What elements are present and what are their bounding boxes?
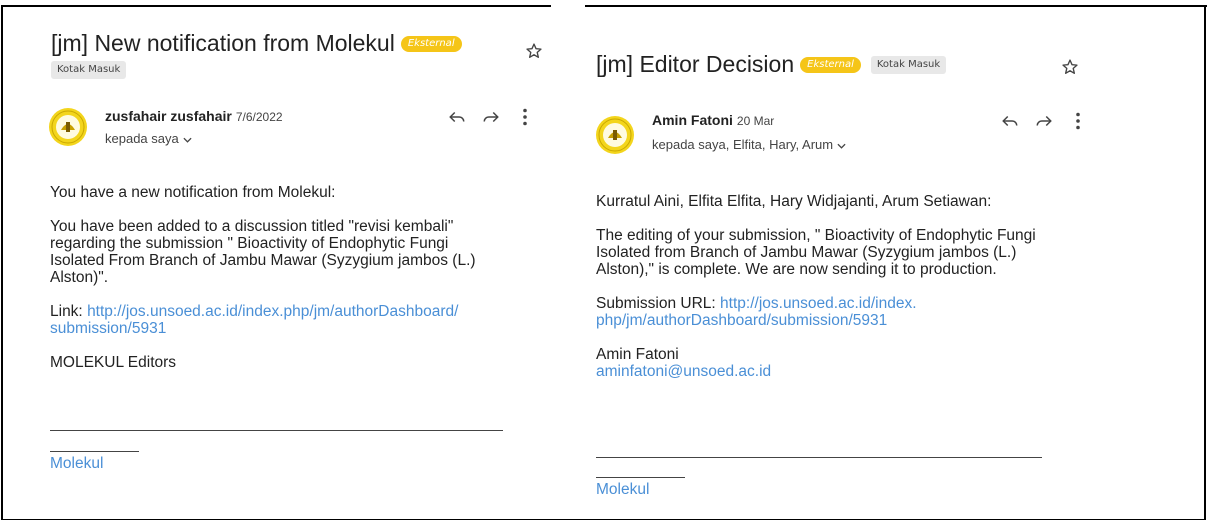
recipients-text: kepada saya, Elfita, Hary, Arum	[652, 137, 834, 152]
reply-icon[interactable]	[446, 106, 468, 128]
recipients-toggle[interactable]: kepada saya, Elfita, Hary, Arum	[652, 137, 846, 152]
footer: Molekul	[50, 455, 103, 472]
signature-divider-short	[596, 477, 685, 478]
email-subject: [jm] Editor Decision	[596, 51, 795, 77]
signature-divider	[50, 430, 503, 431]
signature-block: Amin Fatoni aminfatoni@unsoed.ac.id	[596, 346, 1156, 380]
link-prefix: Link:	[50, 303, 88, 320]
chevron-down-icon[interactable]	[837, 141, 846, 152]
inbox-label-chip[interactable]: Kotak Masuk	[870, 55, 947, 74]
reply-icon[interactable]	[999, 110, 1021, 132]
body-message: You have been added to a discussion titl…	[50, 218, 476, 286]
footer-link[interactable]: Molekul	[50, 455, 103, 472]
message-actions	[987, 110, 1089, 132]
more-vert-icon[interactable]	[1067, 110, 1089, 132]
signature-divider	[596, 457, 1042, 458]
chevron-down-icon[interactable]	[183, 135, 192, 146]
message-actions	[434, 106, 536, 128]
sender-name[interactable]: Amin Fatoni	[652, 112, 733, 128]
email-date: 7/6/2022	[235, 110, 283, 124]
subject-row: [jm] Editor Decision Eksternal Kotak Mas…	[596, 51, 947, 78]
body-intro: You have a new notification from Molekul…	[50, 184, 336, 201]
star-icon[interactable]	[1061, 58, 1079, 76]
sender-avatar[interactable]	[596, 116, 634, 154]
sender-line: zusfahair zusfahair 7/6/2022	[105, 108, 283, 126]
body-link-paragraph: Link: http://jos.unsoed.ac.id/index.php/…	[50, 303, 540, 337]
recipients-toggle[interactable]: kepada saya	[105, 131, 192, 146]
external-badge: Eksternal	[400, 35, 462, 52]
submission-link-cont[interactable]: submission/5931	[50, 320, 166, 337]
external-badge: Eksternal	[800, 56, 861, 73]
body-greeting: Kurratul Aini, Elfita Elfita, Hary Widja…	[596, 193, 992, 210]
submission-url-cont[interactable]: php/jm/authorDashboard/submission/5931	[596, 312, 887, 329]
sender-name[interactable]: zusfahair zusfahair	[105, 108, 232, 124]
star-icon[interactable]	[525, 42, 543, 60]
submission-url[interactable]: http://jos.unsoed.ac.id/index.	[720, 295, 916, 312]
subject-row: [jm] New notification from Molekul Ekste…	[51, 30, 462, 57]
email-body: Kurratul Aini, Elfita Elfita, Hary Widja…	[596, 193, 1156, 397]
recipients-text: kepada saya	[105, 131, 179, 146]
forward-icon[interactable]	[1033, 110, 1055, 132]
signature-divider-short	[50, 451, 139, 452]
body-message: The editing of your submission, " Bioact…	[596, 227, 1036, 278]
submission-link[interactable]: http://jos.unsoed.ac.id/index.php/jm/aut…	[87, 303, 458, 320]
left-email-panel: [jm] New notification from Molekul Ekste…	[0, 0, 560, 521]
email-subject: [jm] New notification from Molekul	[51, 30, 395, 56]
url-prefix: Submission URL:	[596, 295, 721, 312]
forward-icon[interactable]	[480, 106, 502, 128]
body-closing: MOLEKUL Editors	[50, 354, 177, 371]
right-email-panel: [jm] Editor Decision Eksternal Kotak Mas…	[578, 0, 1209, 521]
sender-line: Amin Fatoni 20 Mar	[652, 112, 774, 130]
more-vert-icon[interactable]	[514, 106, 536, 128]
email-body: You have a new notification from Molekul…	[50, 184, 540, 388]
footer-link[interactable]: Molekul	[596, 481, 649, 498]
footer: Molekul	[596, 481, 649, 498]
signer-email[interactable]: aminfatoni@unsoed.ac.id	[596, 363, 771, 380]
body-url-paragraph: Submission URL: http://jos.unsoed.ac.id/…	[596, 295, 1156, 329]
signer-name: Amin Fatoni	[596, 346, 679, 363]
inbox-label-chip[interactable]: Kotak Masuk	[51, 61, 127, 79]
sender-avatar[interactable]	[49, 108, 87, 146]
email-date: 20 Mar	[736, 114, 775, 128]
